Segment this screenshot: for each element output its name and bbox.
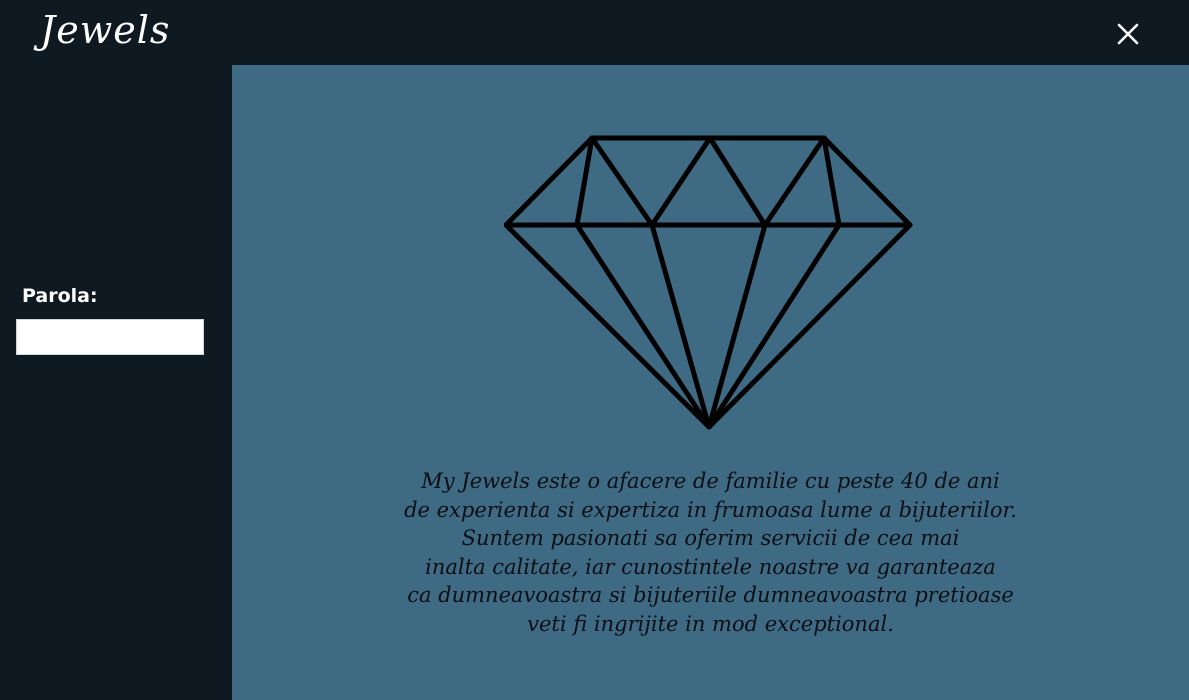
sidebar: Parola:	[0, 65, 232, 700]
main-panel: My Jewels este o afacere de familie cu p…	[232, 65, 1189, 700]
close-button[interactable]	[1108, 14, 1148, 54]
about-line: inalta calitate, iar cunostintele noastr…	[425, 554, 996, 579]
about-line: Suntem pasionati sa oferim servicii de c…	[461, 526, 960, 550]
about-line: de experienta si expertiza in frumoasa l…	[404, 497, 1017, 522]
about-text: My Jewels este o afacere de familie cu p…	[232, 467, 1189, 638]
password-field[interactable]	[16, 319, 204, 355]
about-line: My Jewels este o afacere de familie cu p…	[421, 469, 1000, 493]
password-label: Parola:	[22, 285, 98, 307]
app-title: Jewels	[40, 8, 171, 52]
close-icon	[1117, 23, 1139, 45]
about-line: veti fi ingrijite in mod exceptional.	[527, 611, 894, 636]
about-line: ca dumneavoastra si bijuteriile dumneavo…	[407, 583, 1014, 607]
diamond-icon	[504, 135, 913, 430]
app-window: Jewels Parola: My Jewels este o afacere …	[0, 0, 1189, 700]
